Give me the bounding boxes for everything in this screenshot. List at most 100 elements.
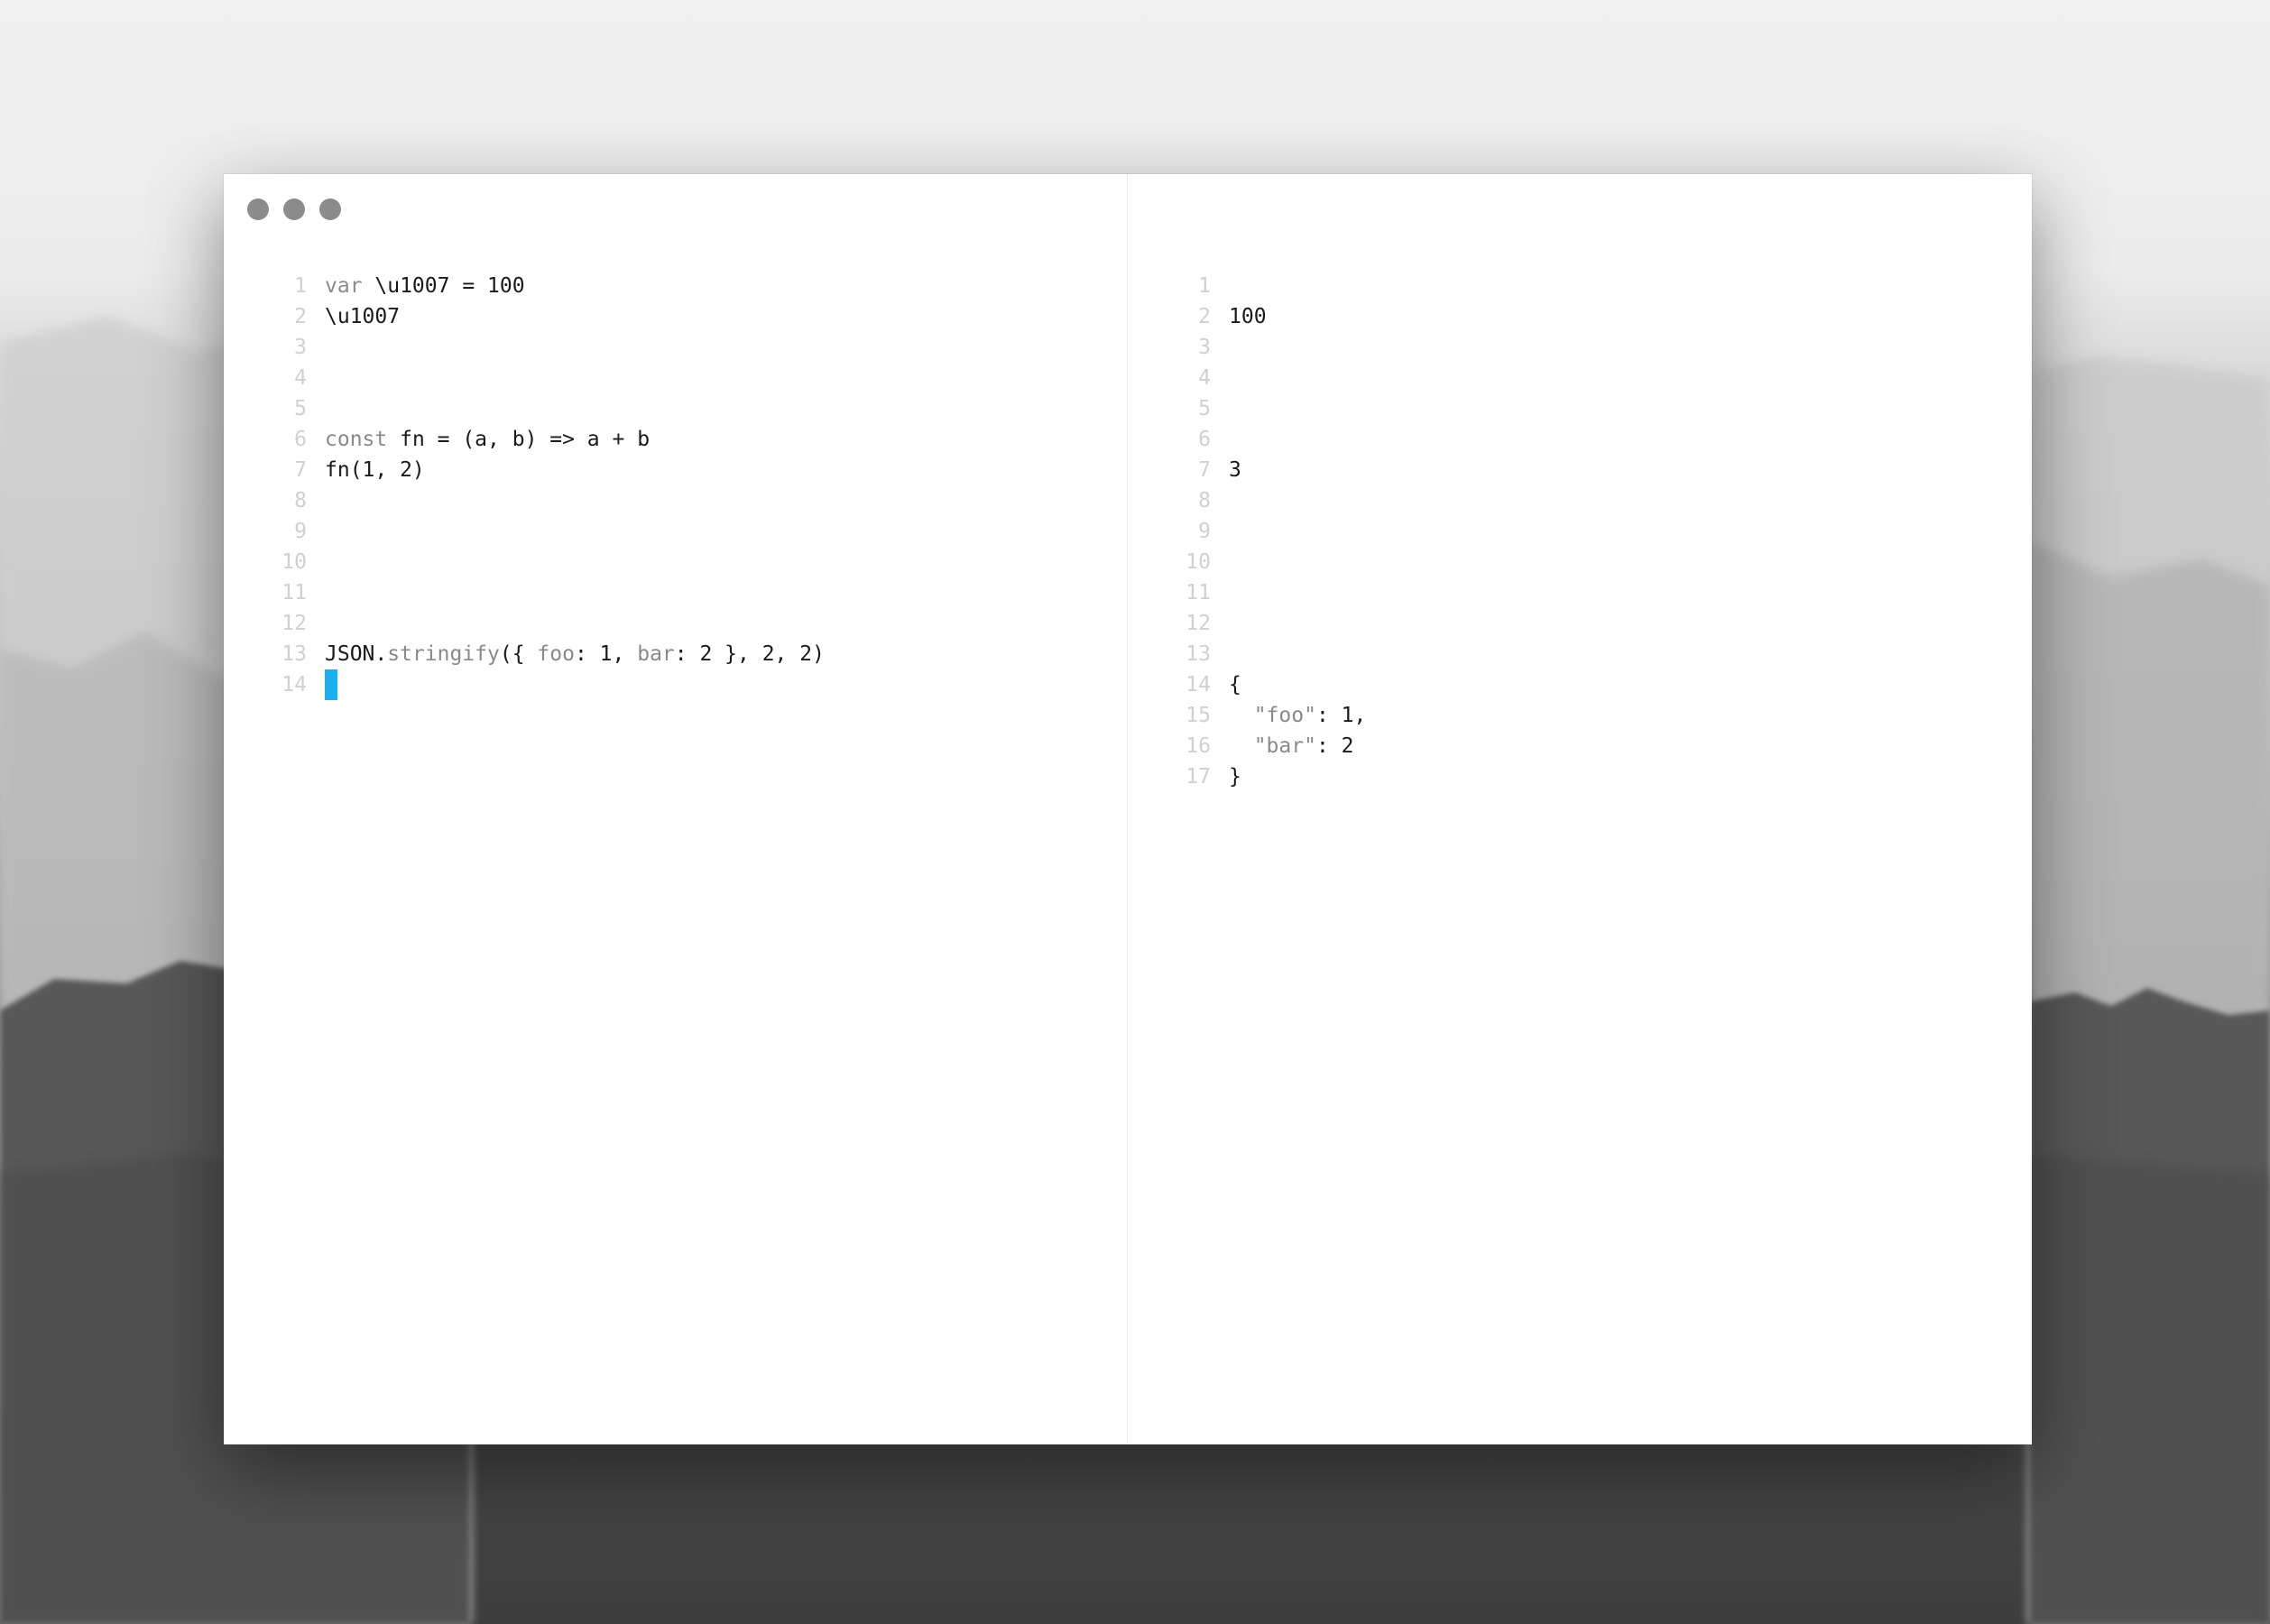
- code-token: 100: [1229, 305, 1267, 328]
- line-text: \u1007: [307, 301, 400, 332]
- output-line: 2 100: [1128, 301, 2032, 332]
- line-number: 16: [1186, 734, 1211, 758]
- line-text: [307, 608, 325, 639]
- code-token: fn = (a, b) => a + b: [400, 428, 651, 451]
- line-text: [1211, 547, 1229, 577]
- line-number: 4: [294, 366, 307, 390]
- code-token: JSON.: [325, 642, 388, 666]
- output-pane: 1 2 100 3 4 5 6 7 3 8 9 10 11 12 13 14{15 "foo": 1, 16 "…: [1128, 174, 2032, 1444]
- zoom-dot[interactable]: [319, 198, 341, 220]
- line-text: [1211, 485, 1229, 516]
- output-line: 16 "bar": 2: [1128, 731, 2032, 761]
- line-text: [1211, 363, 1229, 393]
- line-number: 10: [281, 550, 307, 574]
- code-token: 3: [1229, 458, 1241, 482]
- code-token: }: [1229, 765, 1241, 789]
- code-token: \u1007: [325, 305, 401, 328]
- minimize-dot[interactable]: [283, 198, 305, 220]
- code-token: : 1,: [574, 642, 638, 666]
- code-token: const: [325, 428, 401, 451]
- line-number: 2: [294, 305, 307, 328]
- code-token: bar: [637, 642, 675, 666]
- line-text: var \u1007 = 100: [307, 271, 525, 301]
- line-number: 14: [281, 673, 307, 697]
- output-line: 6: [1128, 424, 2032, 455]
- line-number: 9: [1198, 520, 1211, 543]
- code-token: : 1,: [1315, 704, 1367, 727]
- editor-line[interactable]: 14: [224, 669, 1127, 700]
- line-text: [1211, 393, 1229, 424]
- line-number: 7: [1198, 458, 1211, 482]
- line-text: [307, 516, 325, 547]
- output-line: 15 "foo": 1,: [1128, 700, 2032, 731]
- window-controls: [247, 198, 341, 220]
- output-line: 73: [1128, 455, 2032, 485]
- line-text: [1211, 424, 1229, 455]
- line-number: 12: [281, 612, 307, 635]
- code-editor-pane[interactable]: 1 var \u1007 = 100 2 \u1007 3 4 5 6 const fn = (…: [224, 174, 1128, 1444]
- output-line: 8: [1128, 485, 2032, 516]
- line-text: fn(1, 2): [307, 455, 425, 485]
- line-text: [307, 363, 325, 393]
- code-token: "foo": [1253, 704, 1316, 727]
- line-number: 13: [1186, 642, 1211, 666]
- close-dot[interactable]: [247, 198, 269, 220]
- line-text: [1211, 516, 1229, 547]
- line-text: [1211, 639, 1229, 669]
- line-text: [307, 669, 337, 700]
- line-text: [1211, 332, 1229, 363]
- editor-line[interactable]: 1 var \u1007 = 100: [224, 271, 1127, 301]
- editor-line[interactable]: 10: [224, 547, 1127, 577]
- line-number: 6: [1198, 428, 1211, 451]
- line-text: "bar": 2: [1211, 731, 1354, 761]
- line-text: [307, 577, 325, 608]
- line-text: [307, 485, 325, 516]
- line-text: [307, 332, 325, 363]
- code-token: {: [1229, 673, 1241, 697]
- editor-line[interactable]: 4: [224, 363, 1127, 393]
- output-line: 1: [1128, 271, 2032, 301]
- line-number: 17: [1186, 765, 1211, 789]
- editor-line[interactable]: 3: [224, 332, 1127, 363]
- editor-line[interactable]: 11: [224, 577, 1127, 608]
- line-text: }: [1211, 761, 1241, 792]
- code-token: \u1007 = 100: [374, 274, 525, 298]
- editor-code[interactable]: 1 var \u1007 = 100 2 \u1007 3 4 5 6 const fn = (…: [224, 271, 1127, 700]
- output-line: 11: [1128, 577, 2032, 608]
- code-token: : 2 }, 2, 2): [674, 642, 825, 666]
- line-number: 13: [281, 642, 307, 666]
- line-number: 5: [294, 397, 307, 420]
- line-text: [307, 547, 325, 577]
- editor-line[interactable]: 13 JSON.stringify({ foo: 1, bar: 2 }, 2, …: [224, 639, 1127, 669]
- output-code: 1 2 100 3 4 5 6 7 3 8 9 10 11 12 13 14{15 "foo": 1, 16 "…: [1128, 271, 2032, 792]
- line-number: 1: [294, 274, 307, 298]
- line-text: JSON.stringify({ foo: 1, bar: 2 }, 2, 2): [307, 639, 825, 669]
- editor-line[interactable]: 5: [224, 393, 1127, 424]
- editor-window: 1 var \u1007 = 100 2 \u1007 3 4 5 6 const fn = (…: [224, 174, 2032, 1444]
- code-token: : 2: [1315, 734, 1354, 758]
- editor-line[interactable]: 12: [224, 608, 1127, 639]
- line-text: 3: [1211, 455, 1241, 485]
- line-number: 11: [1186, 581, 1211, 604]
- line-number: 1: [1198, 274, 1211, 298]
- editor-line[interactable]: 9: [224, 516, 1127, 547]
- editor-line[interactable]: 7 fn(1, 2): [224, 455, 1127, 485]
- output-line: 5: [1128, 393, 2032, 424]
- line-text: {: [1211, 669, 1241, 700]
- line-text: 100: [1211, 301, 1267, 332]
- line-number: 12: [1186, 612, 1211, 635]
- output-line: 10: [1128, 547, 2032, 577]
- line-number: 8: [294, 489, 307, 512]
- line-number: 3: [294, 336, 307, 359]
- output-line: 17}: [1128, 761, 2032, 792]
- line-number: 11: [281, 581, 307, 604]
- code-token: "bar": [1253, 734, 1316, 758]
- line-text: const fn = (a, b) => a + b: [307, 424, 650, 455]
- editor-line[interactable]: 8: [224, 485, 1127, 516]
- line-number: 5: [1198, 397, 1211, 420]
- code-token: fn(1, 2): [325, 458, 425, 482]
- editor-line[interactable]: 6 const fn = (a, b) => a + b: [224, 424, 1127, 455]
- editor-line[interactable]: 2 \u1007: [224, 301, 1127, 332]
